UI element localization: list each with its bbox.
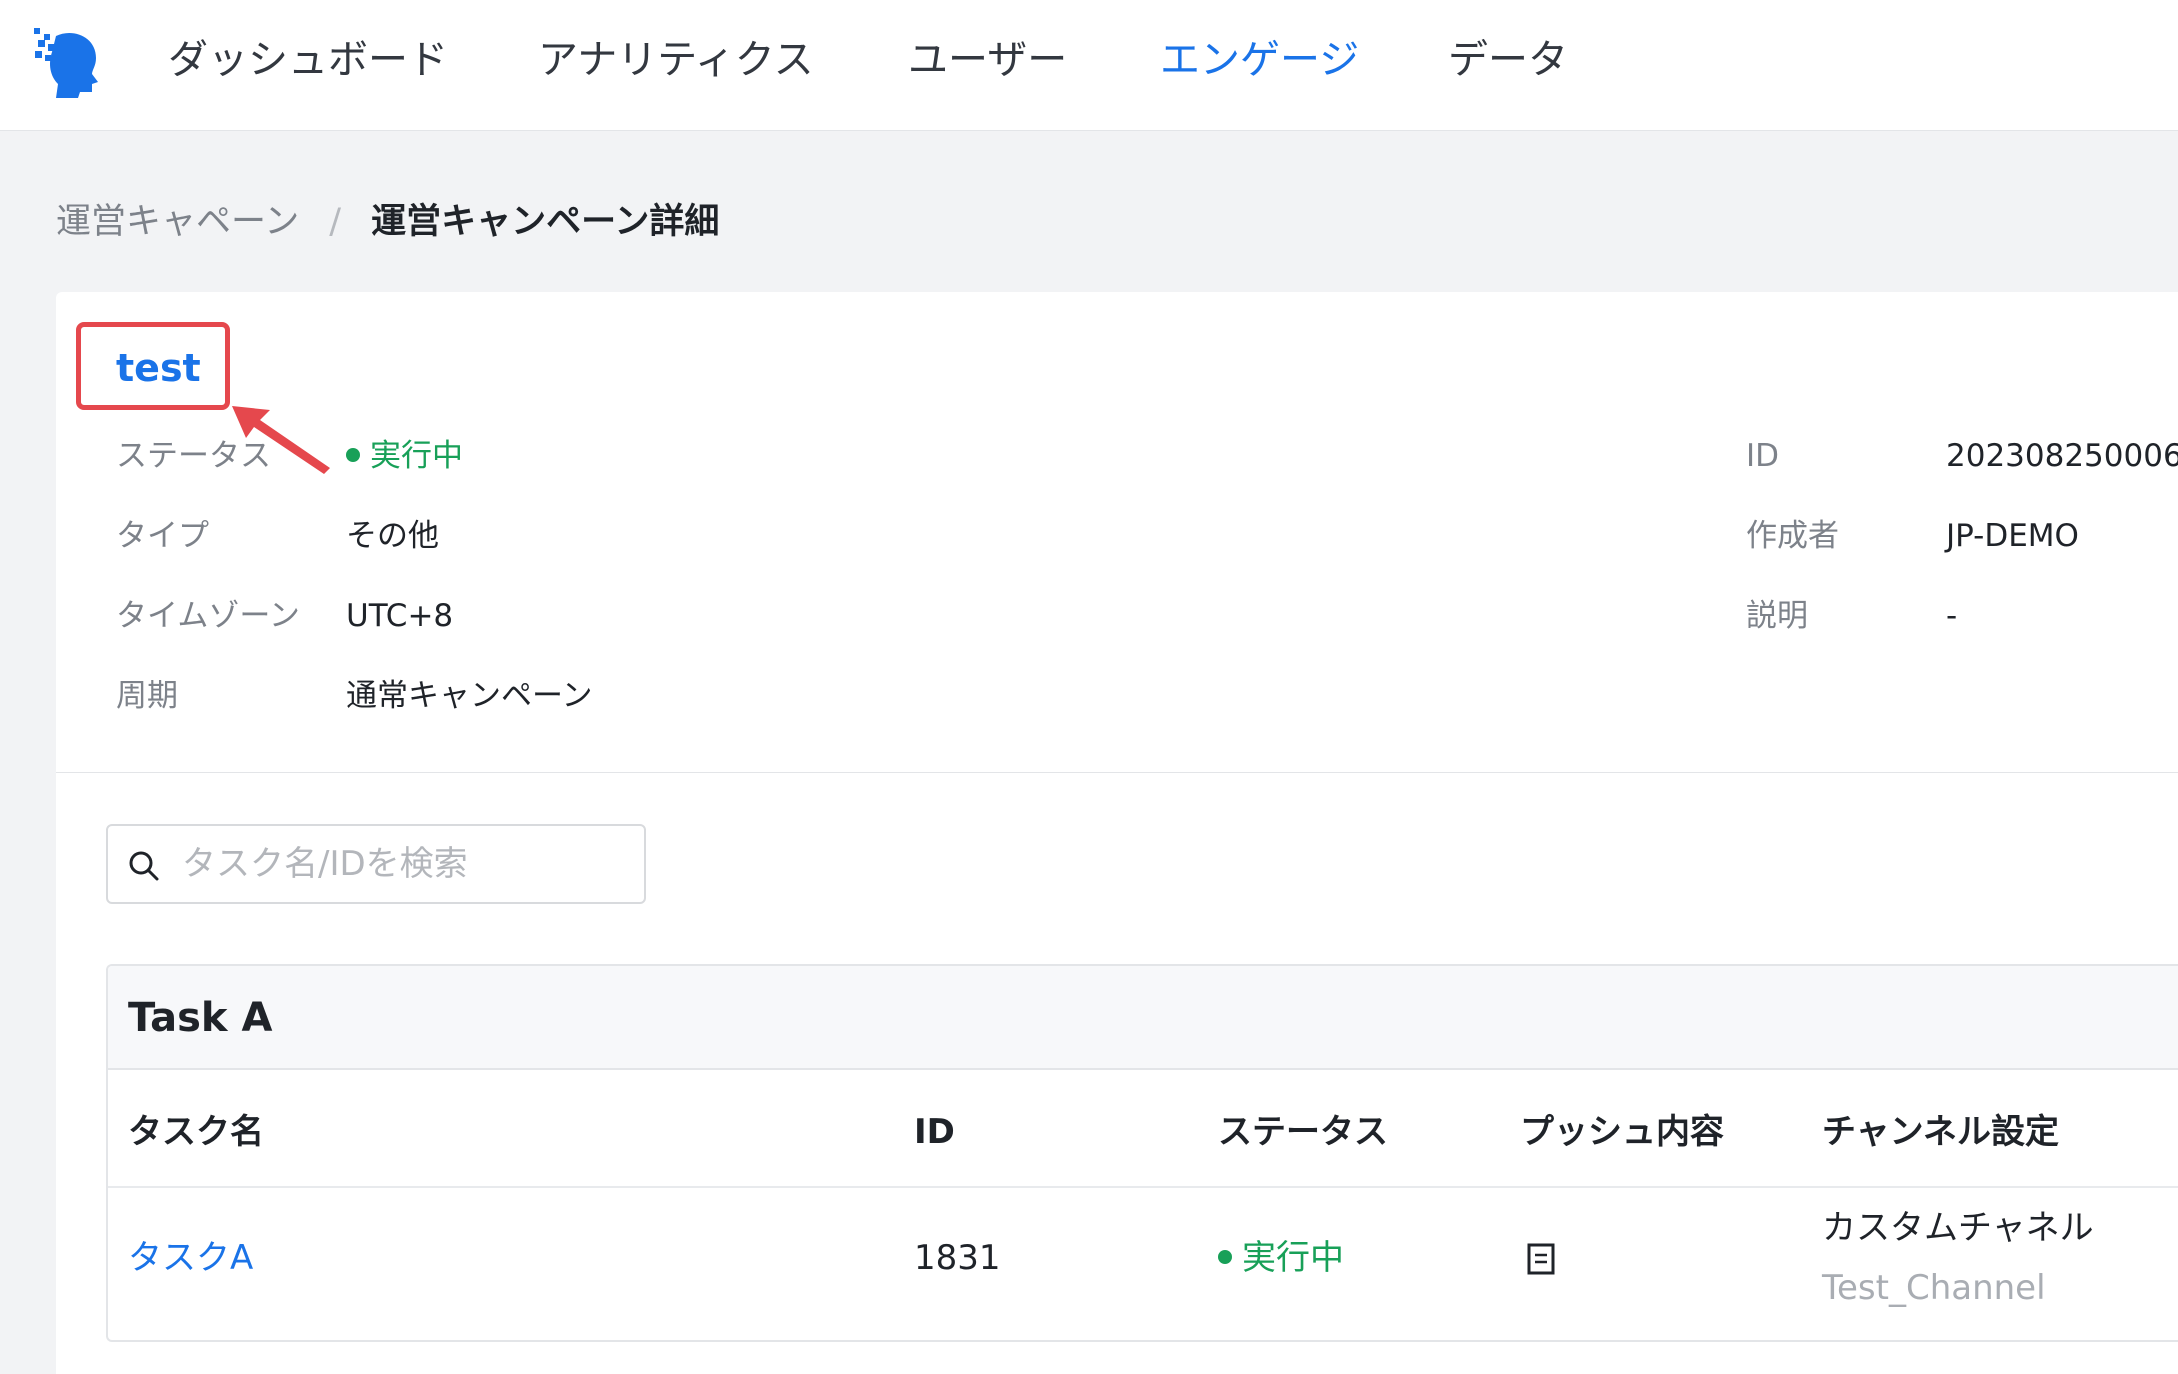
task-name-link[interactable]: タスクA bbox=[128, 1234, 253, 1282]
breadcrumb: 運営キャペーン / 運営キャンペーン詳細 bbox=[56, 194, 719, 250]
task-id: 1831 bbox=[914, 1238, 1001, 1278]
task-channel: カスタムチャネル bbox=[1822, 1208, 2094, 1248]
nav-item-engage[interactable]: エンゲージ bbox=[1160, 30, 1359, 90]
task-group-header: Task A bbox=[108, 966, 2178, 1070]
task-status: 実行中 bbox=[1218, 1234, 1344, 1282]
field-label-cycle: 周期 bbox=[116, 678, 178, 714]
document-icon[interactable] bbox=[1526, 1242, 1556, 1276]
search-icon bbox=[129, 851, 159, 881]
status-dot-icon bbox=[346, 447, 360, 462]
task-group-panel: Task A タスク名 ID ステータス プッシュ内容 チャンネル設定 タスクA… bbox=[106, 964, 2178, 1342]
field-value-type: その他 bbox=[346, 518, 439, 554]
top-navigation-bar: ダッシュボード アナリティクス ユーザー エンゲージ データ bbox=[0, 0, 2178, 131]
nav-item-dashboard[interactable]: ダッシュボード bbox=[168, 30, 448, 90]
task-group-title: Task A bbox=[128, 995, 273, 1041]
task-search-box[interactable] bbox=[106, 824, 646, 904]
task-search-input[interactable] bbox=[182, 836, 632, 892]
field-value-status: 実行中 bbox=[346, 434, 463, 478]
field-label-description: 説明 bbox=[1746, 598, 1808, 634]
status-dot-icon bbox=[1218, 1249, 1232, 1264]
nav-item-analytics[interactable]: アナリティクス bbox=[538, 30, 814, 90]
table-header-divider bbox=[108, 1186, 2178, 1188]
field-label-id: ID bbox=[1746, 438, 1780, 474]
campaign-title: test bbox=[116, 346, 201, 390]
column-header-channel-settings: チャンネル設定 bbox=[1822, 1112, 2059, 1152]
task-channel-sub: Test_Channel bbox=[1822, 1268, 2046, 1308]
section-divider bbox=[56, 772, 2178, 773]
field-label-creator: 作成者 bbox=[1746, 518, 1839, 554]
column-header-task-name: タスク名 bbox=[128, 1112, 264, 1152]
campaign-detail-card: test ステータス 実行中 タイプ その他 タイムゾーン UTC+8 周期 通… bbox=[56, 292, 2178, 1374]
field-label-timezone: タイムゾーン bbox=[116, 598, 300, 634]
breadcrumb-parent-link[interactable]: 運営キャペーン bbox=[56, 202, 299, 242]
brain-head-logo-icon[interactable] bbox=[32, 26, 102, 98]
field-label-type: タイプ bbox=[116, 518, 209, 554]
field-value-creator: JP-DEMO bbox=[1946, 518, 2079, 554]
column-header-status: ステータス bbox=[1218, 1112, 1388, 1152]
field-value-timezone: UTC+8 bbox=[346, 598, 454, 634]
column-header-push-content: プッシュ内容 bbox=[1520, 1112, 1724, 1152]
column-header-id: ID bbox=[914, 1112, 955, 1152]
field-value-id: 202308250006 bbox=[1946, 438, 2178, 474]
field-value-cycle: 通常キャンペーン bbox=[346, 678, 593, 714]
breadcrumb-separator: / bbox=[329, 202, 342, 242]
field-value-description: - bbox=[1946, 598, 1958, 634]
status-text: 実行中 bbox=[370, 438, 463, 474]
breadcrumb-current: 運営キャンペーン詳細 bbox=[371, 202, 720, 242]
field-label-status: ステータス bbox=[116, 438, 271, 474]
nav-item-data[interactable]: データ bbox=[1448, 30, 1568, 90]
task-status-text: 実行中 bbox=[1242, 1238, 1344, 1278]
nav-item-users[interactable]: ユーザー bbox=[908, 30, 1067, 90]
